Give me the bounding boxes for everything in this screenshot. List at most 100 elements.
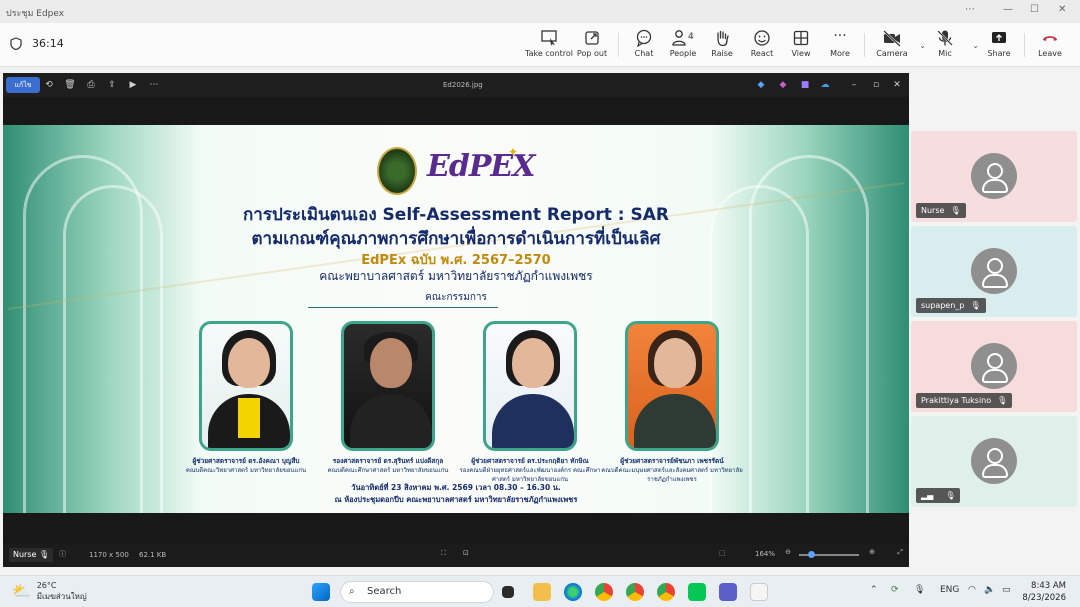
meeting-toolbar: 36:14 Take control Pop out Chat 4 People… bbox=[0, 23, 1080, 67]
file-explorer-icon[interactable] bbox=[533, 583, 551, 601]
photos-icon[interactable] bbox=[750, 583, 768, 601]
viewer-status-bar: Nurse 🎙 ⓘ 1170 x 500 62.1 KB ⛶ ⊡ ⬚ 164% … bbox=[3, 543, 909, 567]
more-options-icon[interactable]: ⋯ bbox=[965, 4, 975, 15]
refresh-sync-icon[interactable]: ⟳ bbox=[891, 585, 899, 595]
chrome-icon[interactable] bbox=[595, 583, 613, 601]
file-name: Ed2026.jpg bbox=[443, 81, 483, 89]
chevron-up-icon[interactable]: ⌃ bbox=[870, 585, 878, 595]
zoom-in-icon[interactable]: ⊕ bbox=[869, 548, 875, 556]
mic-button[interactable]: Mic ⌄ bbox=[921, 27, 979, 63]
actual-size-icon[interactable]: ⊡ bbox=[463, 549, 469, 557]
close-icon[interactable]: ✕ bbox=[1058, 4, 1066, 15]
zoom-slider-thumb[interactable] bbox=[808, 551, 815, 558]
designer-icon[interactable]: ◆ bbox=[777, 79, 789, 91]
task-view-icon[interactable] bbox=[502, 586, 514, 598]
share-label: Share bbox=[987, 49, 1011, 58]
people-count: 4 bbox=[688, 32, 694, 42]
edit-button[interactable]: แก้ไข bbox=[6, 77, 40, 93]
share-icon[interactable]: ⇪ bbox=[106, 79, 118, 91]
teams-icon[interactable] bbox=[719, 583, 737, 601]
raise-hand-icon bbox=[717, 30, 729, 47]
chrome-profile-2-icon[interactable] bbox=[657, 583, 675, 601]
image-file-size: 62.1 KB bbox=[139, 551, 167, 559]
avatar bbox=[971, 248, 1017, 294]
slideshow-icon[interactable]: ▶ bbox=[127, 79, 139, 91]
avatar bbox=[971, 153, 1017, 199]
rotate-icon[interactable]: ⟲ bbox=[43, 79, 55, 91]
signal-bars-icon: ▂▄ bbox=[921, 491, 934, 500]
participant-name-tag: supapen_p 🎙 bbox=[916, 298, 986, 313]
edit-label: แก้ไข bbox=[14, 81, 32, 89]
viewer-maximize-icon[interactable]: ▫ bbox=[870, 79, 882, 91]
more-label: More bbox=[830, 49, 850, 58]
zoom-level[interactable]: 164% bbox=[755, 550, 775, 558]
maximize-icon[interactable]: ☐ bbox=[1030, 4, 1039, 15]
viewer-close-icon[interactable]: ✕ bbox=[891, 79, 903, 91]
committee-photo-2 bbox=[341, 321, 435, 451]
image-dimensions: 1170 x 500 bbox=[89, 551, 129, 559]
mic-off-icon bbox=[937, 30, 953, 46]
zoom-out-icon[interactable]: ⊖ bbox=[785, 548, 791, 556]
share-button[interactable]: Share bbox=[975, 27, 1023, 63]
pop-out-button[interactable]: Pop out bbox=[568, 27, 616, 63]
mic-off-icon: 🎙 bbox=[997, 396, 1008, 405]
mic-muted-icon[interactable]: 🎙 bbox=[914, 585, 925, 595]
committee-caption-2: รองศาสตราจารย์ ดร.สุรินทร์ แปงดีสกุล คณบด… bbox=[327, 457, 449, 474]
committee-photo-4 bbox=[625, 321, 719, 451]
shared-image-viewer: แก้ไข ⟲ 🗑 ⎙ ⇪ ▶ ⋯ Ed2026.jpg ◆ ◆ ■ ☁ – ▫… bbox=[3, 73, 909, 567]
system-clock[interactable]: 8:43 AM 8/23/2026 bbox=[1022, 580, 1066, 604]
shield-icon bbox=[10, 37, 22, 50]
more-button[interactable]: ··· More bbox=[816, 27, 864, 63]
chat-label: Chat bbox=[634, 49, 654, 58]
search-icon: ⌕ bbox=[349, 586, 355, 597]
windows-taskbar: ⛅ 26°C มีเมฆส่วนใหญ่ ⌕ Search ⌃ ⟳ 🎙 ENG ◠… bbox=[0, 575, 1080, 607]
presenter-name: Nurse bbox=[13, 550, 37, 559]
participant-tile-1[interactable]: Nurse 🎙 bbox=[911, 131, 1077, 222]
participant-tile-4[interactable]: ▂▄ 🎙 bbox=[911, 416, 1077, 507]
participant-tile-3[interactable]: Prakittiya Tuksino 🎙 bbox=[911, 321, 1077, 412]
viewer-minimize-icon[interactable]: – bbox=[848, 79, 860, 91]
committee-photo-3 bbox=[483, 321, 577, 451]
delete-icon[interactable]: 🗑 bbox=[64, 79, 76, 91]
committee-photo-1 bbox=[199, 321, 293, 451]
onedrive-icon[interactable]: ☁ bbox=[819, 79, 831, 91]
cloud-sun-icon: ⛅ bbox=[12, 581, 31, 600]
search-box[interactable]: ⌕ Search bbox=[340, 581, 494, 603]
wifi-icon[interactable]: ◠ bbox=[968, 585, 976, 595]
print-icon[interactable]: ⎙ bbox=[85, 79, 97, 91]
star-icon: ✦ bbox=[508, 145, 519, 159]
mic-off-icon: 🎙 bbox=[950, 206, 961, 215]
weather-widget[interactable]: ⛅ 26°C มีเมฆส่วนใหญ่ bbox=[12, 580, 87, 602]
meeting-timer: 36:14 bbox=[10, 37, 64, 50]
participant-tile-2[interactable]: supapen_p 🎙 bbox=[911, 226, 1077, 317]
timer-text: 36:14 bbox=[32, 37, 64, 50]
view-label: View bbox=[791, 49, 811, 58]
language-indicator[interactable]: ENG bbox=[940, 585, 959, 595]
fit-icon[interactable]: ⛶ bbox=[441, 549, 446, 558]
participant-name: Prakittiya Tuksino bbox=[921, 396, 992, 405]
chrome-profile-icon[interactable] bbox=[626, 583, 644, 601]
window-titlebar: ประชุม Edpex ⋯ — ☐ ✕ bbox=[0, 0, 1080, 23]
battery-icon[interactable]: ▭ bbox=[1002, 585, 1011, 595]
committee-caption-1: ผู้ช่วยศาสตราจารย์ ดร.อังคณา บุญสืบ คณบดี… bbox=[185, 457, 307, 474]
take-control-button[interactable]: Take control bbox=[525, 27, 573, 63]
committee-heading: คณะกรรมการ bbox=[425, 292, 487, 303]
leave-button[interactable]: Leave bbox=[1026, 27, 1074, 63]
edge-icon[interactable] bbox=[564, 583, 582, 601]
line-app-icon[interactable] bbox=[688, 583, 706, 601]
event-venue: ณ ห้องประชุมดอกปีบ คณะพยาบาลศาสตร์ มหาวิ… bbox=[334, 495, 578, 504]
camera-button[interactable]: Camera ⌄ bbox=[868, 27, 926, 63]
volume-icon[interactable]: 🔈 bbox=[984, 585, 995, 595]
info-icon[interactable]: ⓘ bbox=[59, 549, 66, 559]
more-icon[interactable]: ⋯ bbox=[148, 79, 160, 91]
start-button-icon[interactable] bbox=[312, 583, 330, 601]
copilot-icon[interactable]: ◆ bbox=[755, 79, 767, 91]
slide-image: EdPEX ✦ การประเมินตนเอง Self-Assessment … bbox=[3, 125, 909, 513]
minimize-icon[interactable]: — bbox=[1003, 4, 1013, 15]
window-title: ประชุม Edpex bbox=[6, 9, 65, 19]
fullscreen-icon[interactable]: ⤢ bbox=[897, 548, 903, 557]
take-control-label: Take control bbox=[525, 49, 574, 58]
clipchamp-icon[interactable]: ■ bbox=[799, 79, 811, 91]
hang-up-icon bbox=[1043, 36, 1057, 41]
crop-icon[interactable]: ⬚ bbox=[719, 549, 726, 557]
